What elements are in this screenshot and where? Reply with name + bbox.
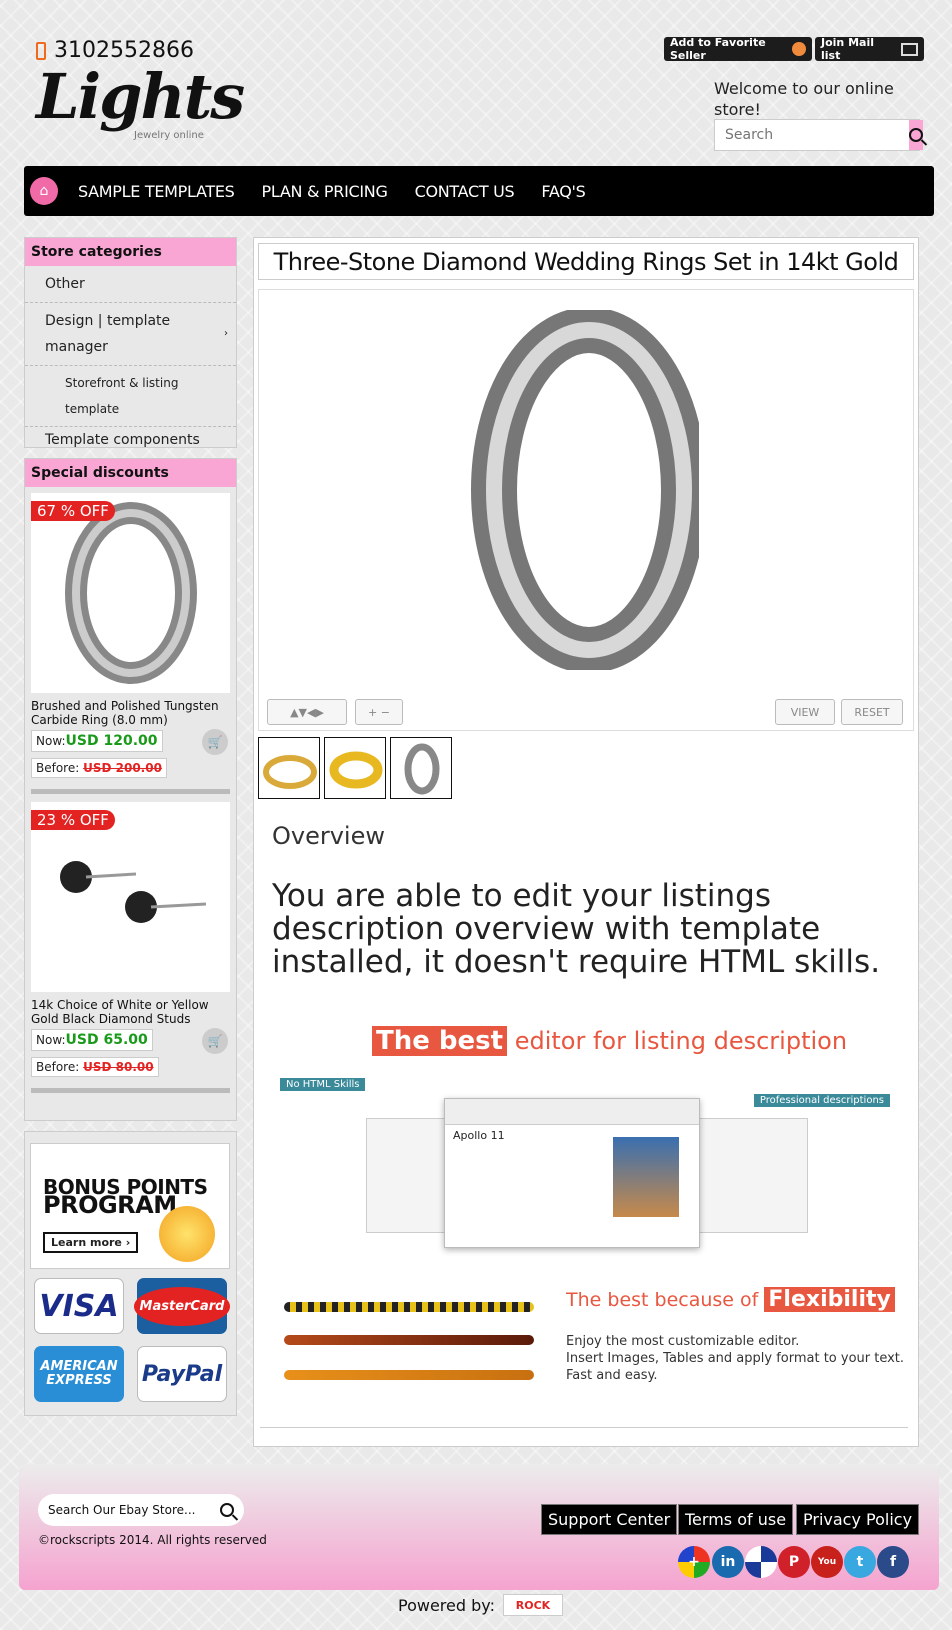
- earrings-image: [60, 861, 207, 923]
- category-other[interactable]: Other: [25, 266, 236, 303]
- search-button[interactable]: [909, 120, 923, 150]
- phone-icon: [36, 41, 46, 60]
- category-design-template[interactable]: Design | template manager ›: [25, 303, 236, 366]
- add-favorite-seller-button[interactable]: Add to Favorite Seller: [664, 36, 812, 62]
- thumbnail[interactable]: [258, 737, 320, 799]
- nav-plan-pricing[interactable]: PLAN & PRICING: [262, 182, 388, 201]
- cart-icon[interactable]: 🛒: [202, 1028, 228, 1054]
- terms-of-use-link[interactable]: Terms of use: [678, 1504, 794, 1535]
- payment-methods: VISA MasterCard AMERICAN EXPRESS PayPal: [24, 1276, 237, 1416]
- flexibility-text: Enjoy the most customizable editor. Inse…: [566, 1334, 905, 1383]
- join-mail-list-button[interactable]: Join Mail list: [815, 36, 924, 62]
- product-name[interactable]: Brushed and Polished Tungsten Carbide Ri…: [31, 699, 230, 727]
- divider: [260, 1427, 908, 1428]
- footer-search[interactable]: Search Our Ebay Store...: [38, 1494, 244, 1526]
- pinterest-icon[interactable]: P: [778, 1546, 810, 1578]
- category-storefront[interactable]: Storefront & listing template: [25, 366, 236, 427]
- listing-title: Three-Stone Diamond Wedding Rings Set in…: [258, 243, 914, 280]
- copyright: ©rockscripts 2014. All rights reserved: [38, 1533, 267, 1547]
- chevron-right-icon: ›: [224, 328, 228, 339]
- store-categories: Store categories Other Design | template…: [24, 237, 237, 448]
- paypal-logo: PayPal: [137, 1346, 227, 1402]
- powered-by: Powered by: ROCK: [398, 1594, 563, 1616]
- bonus-points-banner[interactable]: BONUS POINTS PROGRAM Learn more ›: [30, 1143, 230, 1269]
- product-image[interactable]: 23 % OFF: [31, 802, 230, 992]
- search-icon[interactable]: [220, 1503, 234, 1517]
- cart-icon[interactable]: 🛒: [202, 729, 228, 755]
- discounts-heading: Special discounts: [25, 459, 236, 487]
- pencil-image: [284, 1370, 534, 1380]
- discount-badge: 23 % OFF: [31, 810, 115, 830]
- nav-sample-templates[interactable]: SAMPLE TEMPLATES: [78, 182, 235, 201]
- special-discounts: Special discounts 67 % OFF Brushed and P…: [24, 458, 237, 1121]
- flexibility-heading: The best because of Flexibility: [566, 1287, 895, 1312]
- view-button[interactable]: VIEW: [775, 699, 835, 725]
- nav-faqs[interactable]: FAQ'S: [541, 182, 585, 201]
- price-now: Now:USD 120.00: [31, 730, 163, 752]
- mastercard-logo: MasterCard: [133, 1278, 231, 1334]
- twitter-icon[interactable]: t: [844, 1546, 876, 1578]
- google-plus-icon[interactable]: +: [678, 1546, 710, 1578]
- search-input[interactable]: [715, 120, 909, 150]
- gift-icon: [159, 1206, 215, 1262]
- learn-more-button[interactable]: Learn more ›: [43, 1232, 139, 1253]
- amex-logo: AMERICAN EXPRESS: [34, 1346, 124, 1402]
- reset-button[interactable]: RESET: [841, 699, 903, 725]
- overview-text: You are able to edit your listings descr…: [272, 878, 881, 980]
- pencil-image: [284, 1335, 534, 1345]
- facebook-icon[interactable]: f: [877, 1546, 909, 1578]
- price-before: Before: USD 200.00: [31, 758, 167, 778]
- rock-logo[interactable]: ROCK: [502, 1594, 563, 1616]
- pencil-image: [284, 1302, 534, 1312]
- ring-image: [65, 502, 197, 684]
- main-nav: ⌂ SAMPLE TEMPLATES PLAN & PRICING CONTAC…: [24, 166, 934, 216]
- image-viewer: ▲▼◀▶ + − VIEW RESET: [258, 289, 914, 731]
- rocket-image: [613, 1137, 679, 1217]
- envelope-icon: [900, 42, 918, 56]
- main-ring-image: [471, 310, 699, 670]
- thumbnail[interactable]: [390, 737, 452, 799]
- header-search: [714, 119, 923, 151]
- price-now: Now:USD 65.00: [31, 1029, 153, 1051]
- visa-logo: VISA: [34, 1278, 124, 1334]
- product-image[interactable]: 67 % OFF: [31, 493, 230, 693]
- search-icon: [909, 128, 923, 142]
- divider: [31, 1088, 230, 1093]
- best-editor-heading: The best editor for listing description: [372, 1026, 847, 1056]
- product-name[interactable]: 14k Choice of White or Yellow Gold Black…: [31, 998, 230, 1026]
- overview-heading: Overview: [272, 822, 385, 850]
- zoom-controls[interactable]: + −: [355, 699, 403, 725]
- privacy-policy-link[interactable]: Privacy Policy: [796, 1504, 920, 1535]
- price-before: Before: USD 80.00: [31, 1057, 159, 1077]
- store-logo[interactable]: Lights Jewelry online: [36, 66, 245, 142]
- heart-icon: [792, 42, 806, 56]
- discount-badge: 67 % OFF: [31, 501, 115, 521]
- linkedin-icon[interactable]: in: [712, 1546, 744, 1578]
- divider: [31, 789, 230, 794]
- welcome-text: Welcome to our online store!: [714, 79, 894, 119]
- support-center-link[interactable]: Support Center: [541, 1504, 678, 1535]
- pan-arrows[interactable]: ▲▼◀▶: [267, 699, 347, 725]
- editor-screenshot: No HTML Skills Professional descriptions…: [278, 1078, 890, 1253]
- home-icon[interactable]: ⌂: [30, 177, 58, 205]
- delicious-icon[interactable]: [745, 1546, 777, 1578]
- youtube-icon[interactable]: You: [811, 1546, 843, 1578]
- categories-heading: Store categories: [25, 238, 236, 266]
- thumbnail[interactable]: [324, 737, 386, 799]
- nav-contact-us[interactable]: CONTACT US: [415, 182, 515, 201]
- category-template-components[interactable]: Template components: [25, 427, 236, 458]
